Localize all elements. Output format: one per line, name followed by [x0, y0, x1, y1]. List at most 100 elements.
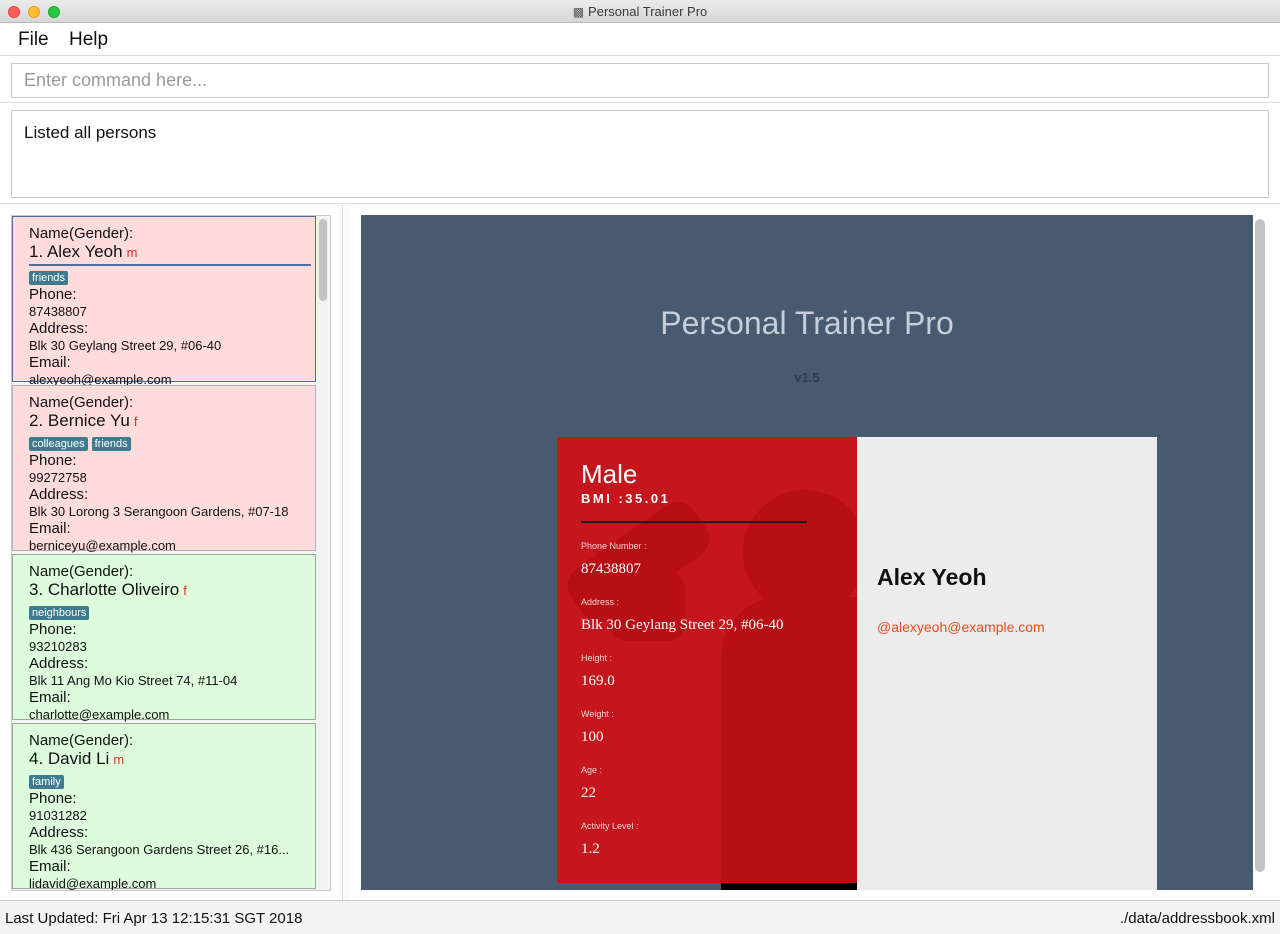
person-index-name: 1. Alex Yeoh [29, 242, 123, 261]
person-list-scrollbar[interactable] [319, 219, 327, 301]
address-value: Blk 11 Ang Mo Kio Street 74, #11-04 [29, 673, 238, 688]
tag-list: friends [29, 268, 315, 285]
tag-list: family [29, 772, 315, 789]
profile-summary-panel: Alex Yeoh @alexyeoh@example.com [857, 437, 1157, 890]
fitness-person-icon [743, 490, 857, 614]
phone-label: Phone: [29, 452, 77, 469]
address-label: Address: [29, 320, 89, 337]
email-value: charlotte@example.com [29, 707, 170, 722]
result-display: Listed all persons [11, 110, 1269, 198]
person-card[interactable]: Name(Gender): 3. Charlotte Oliveiro f nei… [12, 554, 316, 722]
app-title: Personal Trainer Pro [660, 305, 954, 341]
bmi-divider [581, 521, 807, 523]
person-index-name: 4. David Li [29, 749, 110, 768]
phone-value: 99272758 [29, 470, 87, 485]
window-title: ▩ Personal Trainer Pro [0, 4, 1280, 19]
split-pane-divider[interactable] [342, 205, 350, 900]
phone-value: 87438807 [29, 304, 87, 319]
person-name: 4. David Li m [29, 749, 315, 770]
address-label: Address: [29, 655, 89, 672]
person-name: 3. Charlotte Oliveiro f [29, 580, 315, 601]
selection-underline [29, 264, 311, 266]
gender-badge: f [133, 414, 138, 429]
dumbbell-icon: ▩ [572, 5, 585, 19]
command-input[interactable] [11, 63, 1269, 98]
weight-value: 100 [581, 729, 604, 745]
tag: colleagues [29, 437, 88, 451]
person-card[interactable]: Name(Gender): 4. David Li m family Phone:… [12, 723, 316, 891]
address-value: Blk 30 Geylang Street 29, #06-40 [581, 617, 784, 633]
fitness-person-icon-body [721, 597, 857, 883]
profile-shadow [721, 883, 857, 890]
gender-badge: m [113, 752, 125, 767]
tag: family [29, 775, 64, 789]
person-index-name: 3. Charlotte Oliveiro [29, 580, 180, 599]
phone-value: 93210283 [29, 639, 87, 654]
menu-file[interactable]: File [18, 29, 49, 51]
command-box [0, 57, 1280, 103]
app-version: v1.5 [794, 370, 820, 385]
address-label: Address : [581, 597, 620, 607]
phone-label: Phone: [29, 621, 77, 638]
result-display-panel: Listed all persons [0, 104, 1280, 204]
tag-list: neighbours [29, 603, 315, 620]
height-value: 169.0 [581, 673, 615, 689]
email-label: Email: [29, 689, 71, 706]
gender-badge: f [183, 583, 187, 598]
profile-name: Alex Yeoh [877, 564, 987, 590]
person-list[interactable]: Name(Gender): 1. Alex Yeoh m friends Phon… [11, 215, 331, 891]
email-label: Email: [29, 858, 71, 875]
email-value: lidavid@example.com [29, 876, 157, 891]
activity-level-value: 1.2 [581, 841, 600, 857]
address-value: Blk 30 Geylang Street 29, #06-40 [29, 338, 222, 353]
weight-label: Weight : [581, 709, 614, 719]
person-list-scrollbar-track[interactable] [317, 217, 328, 889]
tag-list: colleagues friends [29, 434, 315, 451]
person-name: 1. Alex Yeoh m [29, 242, 315, 263]
age-value: 22 [581, 785, 596, 801]
address-value: Blk 30 Lorong 3 Serangoon Gardens, #07-1… [29, 504, 289, 519]
address-label: Address: [29, 486, 89, 503]
app-window: ▩Personal Trainer Pro File Help Listed a… [0, 0, 1280, 934]
email-label: Email: [29, 354, 71, 371]
phone-label: Phone: [29, 286, 77, 303]
person-card[interactable]: Name(Gender): 1. Alex Yeoh m friends Phon… [12, 216, 316, 387]
tag: friends [91, 437, 131, 451]
age-label: Age : [581, 765, 603, 775]
name-label: Name(Gender): [29, 563, 134, 580]
save-location-status: ./data/addressbook.xml [1119, 910, 1275, 927]
browser-scrollbar[interactable] [1255, 219, 1265, 872]
profile-card: Male BMI :35.01 Phone Number : 87438807 … [557, 437, 1157, 890]
last-updated-status: Last Updated: Fri Apr 13 12:15:31 SGT 20… [5, 910, 303, 927]
activity-level-label: Activity Level : [581, 821, 639, 831]
profile-email-link[interactable]: @alexyeoh@example.com [877, 619, 1045, 635]
profile-gender: Male [581, 459, 638, 489]
email-value: berniceyu@example.com [29, 538, 176, 553]
name-label: Name(Gender): [29, 732, 134, 749]
profile-bmi: BMI :35.01 [581, 491, 671, 506]
person-list-panel: Name(Gender): 1. Alex Yeoh m friends Phon… [0, 205, 350, 900]
gender-badge: m [126, 245, 138, 260]
person-name: 2. Bernice Yu f [29, 411, 315, 432]
phone-number-value: 87438807 [581, 561, 641, 577]
name-label: Name(Gender): [29, 225, 134, 242]
menu-help[interactable]: Help [69, 29, 108, 51]
tag: neighbours [29, 606, 90, 620]
tag: friends [29, 271, 69, 285]
address-value: Blk 436 Serangoon Gardens Street 26, #16… [29, 842, 290, 857]
profile-details-panel: Male BMI :35.01 Phone Number : 87438807 … [557, 437, 857, 883]
title-bar: ▩ Personal Trainer Pro [0, 0, 1280, 23]
address-label: Address: [29, 824, 89, 841]
email-label: Email: [29, 520, 71, 537]
phone-label: Phone: [29, 790, 77, 807]
height-label: Height : [581, 653, 613, 663]
person-card[interactable]: Name(Gender): 2. Bernice Yu f colleagues f… [12, 385, 316, 553]
menu-bar: File Help [0, 24, 1280, 56]
name-label: Name(Gender): [29, 394, 134, 411]
status-bar: Last Updated: Fri Apr 13 12:15:31 SGT 20… [0, 900, 1280, 934]
person-index-name: 2. Bernice Yu [29, 411, 130, 430]
browser-panel: Personal Trainer Pro v1.5 Male BMI :35.0… [361, 215, 1253, 890]
phone-number-label: Phone Number : [581, 541, 647, 551]
phone-value: 91031282 [29, 808, 87, 823]
window-title-text: Personal Trainer Pro [588, 4, 708, 19]
